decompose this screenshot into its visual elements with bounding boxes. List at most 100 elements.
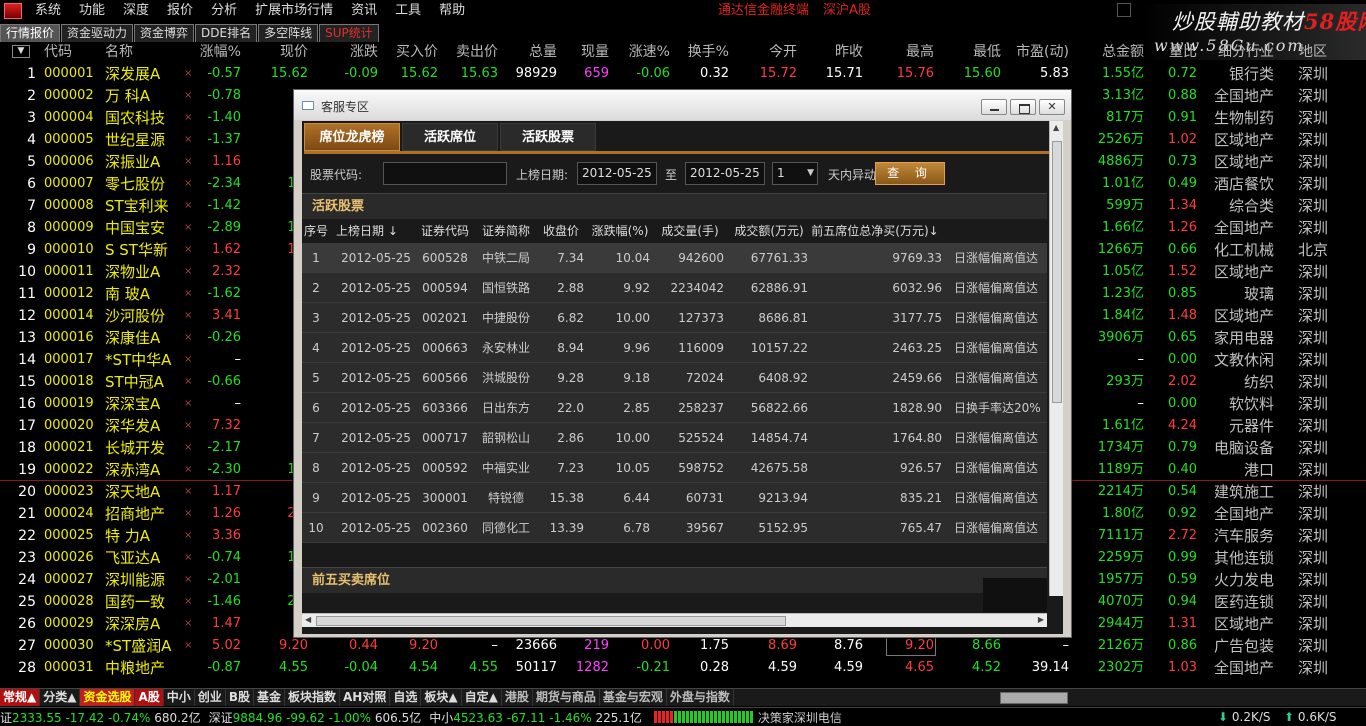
- vscroll-thumb[interactable]: [1052, 141, 1062, 403]
- column-header-prev[interactable]: 昨收: [805, 42, 863, 62]
- dialog-titlebar[interactable]: 客服专区 ✕: [294, 90, 1071, 120]
- category-tab[interactable]: 板块指数: [285, 689, 340, 706]
- category-tab[interactable]: 外盘与指数: [667, 689, 734, 706]
- column-header-low[interactable]: 最低: [950, 42, 1001, 62]
- market-a-share-link[interactable]: 深沪A股: [823, 0, 871, 22]
- table-header-cell[interactable]: 证券简称: [476, 220, 536, 243]
- menu-news[interactable]: 资讯: [342, 0, 386, 22]
- table-header-cell[interactable]: 上榜日期 ↓: [336, 220, 416, 243]
- table-row[interactable]: 7 2012-05-25 000717 韶钢松山 2.86 10.00 525524 1485…: [302, 423, 1047, 453]
- category-tab[interactable]: 创业: [195, 689, 226, 706]
- column-header-chg[interactable]: 涨跌: [322, 42, 378, 62]
- tab-active-seats[interactable]: 活跃席位: [402, 123, 498, 151]
- tab-active-stocks[interactable]: 活跃股票: [500, 123, 596, 151]
- table-header-cell[interactable]: 证券代码: [416, 220, 474, 243]
- sme-index-status[interactable]: 中小4523.63 -67.11 -1.46% 225.1亿: [429, 709, 642, 726]
- category-scrollbar[interactable]: [1000, 692, 1068, 704]
- menu-help[interactable]: 帮助: [430, 0, 474, 22]
- category-tab[interactable]: AH对照: [340, 689, 391, 706]
- table-row[interactable]: 2 2012-05-25 000594 国恒铁路 2.88 9.92 2234042 6288…: [302, 273, 1047, 303]
- category-tab[interactable]: A股: [135, 689, 164, 706]
- column-header-turnover[interactable]: 换手%: [680, 42, 729, 62]
- table-row[interactable]: 3 2012-05-25 002021 中捷股份 6.82 10.00 127373 8686…: [302, 303, 1047, 333]
- dialog-vertical-scrollbar[interactable]: ▲: [1049, 121, 1063, 596]
- sz-index-status[interactable]: 深证9884.96 -99.62 -1.00% 606.5亿: [209, 709, 422, 726]
- category-tab[interactable]: 港股: [502, 689, 533, 706]
- table-row[interactable]: 8 2012-05-25 000592 中福实业 7.23 10.05 598752 4267…: [302, 453, 1047, 483]
- category-tab[interactable]: B股: [226, 689, 254, 706]
- category-tab[interactable]: 自定▲: [462, 689, 502, 706]
- minimize-icon[interactable]: [1117, 3, 1131, 17]
- tab-quotes[interactable]: 行情报价: [0, 24, 61, 42]
- hscroll-thumb[interactable]: [316, 616, 786, 626]
- table-row[interactable]: 4 2012-05-25 000663 永安林业 8.94 9.96 116009 10157…: [302, 333, 1047, 363]
- table-row[interactable]: 1 2012-05-25 600528 中铁二局 7.34 10.04 942600 6776…: [302, 243, 1047, 273]
- column-header-region[interactable]: 地区: [1290, 42, 1336, 62]
- query-button[interactable]: 查 询: [875, 162, 945, 185]
- category-tab[interactable]: 期货与商品: [533, 689, 600, 706]
- tab-capital-game[interactable]: 资金博弈: [134, 24, 195, 42]
- column-header-pe[interactable]: 市盈(动): [1010, 42, 1069, 62]
- column-header-amount[interactable]: 总金额: [1080, 42, 1144, 62]
- to-date-input[interactable]: 2012-05-25: [685, 162, 765, 185]
- category-tab[interactable]: 资金选股: [80, 689, 136, 706]
- tab-dde-rank[interactable]: DDE排名: [195, 24, 258, 42]
- scroll-right-icon[interactable]: ▶: [1038, 615, 1044, 624]
- category-tab[interactable]: 基金与宏观: [600, 689, 667, 706]
- column-header-open[interactable]: 今开: [740, 42, 797, 62]
- column-header-price[interactable]: 现价: [252, 42, 308, 62]
- dialog-minimize-button[interactable]: [981, 99, 1007, 115]
- table-header-cell[interactable]: 涨跌幅(%): [590, 220, 650, 243]
- menu-quote[interactable]: 报价: [158, 0, 202, 22]
- column-header-name[interactable]: 名称: [105, 42, 173, 62]
- tab-seat-ranking[interactable]: 席位龙虎榜: [304, 123, 400, 151]
- menu-extended-market[interactable]: 扩展市场行情: [246, 0, 342, 22]
- column-header-industry[interactable]: 细分行业: [1200, 42, 1274, 62]
- category-tab[interactable]: 自选: [390, 689, 422, 706]
- column-header-code[interactable]: 代码: [44, 42, 94, 62]
- menu-function[interactable]: 功能: [70, 0, 114, 22]
- tab-sup-stats[interactable]: SUP统计: [319, 24, 379, 42]
- table-row[interactable]: 5 2012-05-25 600566 洪城股份 9.28 9.18 72024 6408.9…: [302, 363, 1047, 393]
- menu-depth[interactable]: 深度: [114, 0, 158, 22]
- column-header-pct[interactable]: 涨幅%: [193, 42, 241, 62]
- category-tab[interactable]: 基金: [254, 689, 285, 706]
- table-header-cell[interactable]: 成交额(万元): [730, 220, 808, 243]
- days-select[interactable]: 1 ▼: [772, 162, 818, 185]
- menu-analysis[interactable]: 分析: [202, 0, 246, 22]
- category-tab[interactable]: 分类▲: [40, 689, 81, 706]
- tab-capital-drive[interactable]: 资金驱动力: [61, 24, 134, 42]
- tab-bull-bear[interactable]: 多空阵线: [258, 24, 319, 42]
- column-header-speed[interactable]: 涨速%: [620, 42, 670, 62]
- from-date-input[interactable]: 2012-05-25: [577, 162, 657, 185]
- category-tab[interactable]: 板块▲: [421, 689, 462, 706]
- table-header-cell[interactable]: 序号: [302, 220, 330, 243]
- dialog-horizontal-scrollbar[interactable]: ◀ ▶: [302, 613, 1047, 627]
- column-header-vr[interactable]: 量比: [1150, 42, 1197, 62]
- category-tab[interactable]: 常规▲: [0, 689, 41, 706]
- table-row[interactable]: 9 2012-05-25 300001 特锐德 15.38 6.44 60731 9213.9…: [302, 483, 1047, 513]
- sh-index-status[interactable]: 证2333.55 -17.42 -0.74% 680.2亿: [0, 709, 201, 726]
- scroll-up-icon[interactable]: ▲: [1053, 123, 1059, 132]
- table-header-cell[interactable]: 收盘价: [538, 220, 584, 243]
- table-cell: 000592: [422, 461, 468, 475]
- menu-system[interactable]: 系统: [26, 0, 70, 22]
- table-header-cell[interactable]: 成交量(手): [656, 220, 724, 243]
- dialog-close-button[interactable]: ✕: [1039, 99, 1065, 115]
- server-name[interactable]: 决策家深圳电信: [758, 709, 842, 726]
- scroll-left-icon[interactable]: ◀: [305, 615, 311, 624]
- column-header-high[interactable]: 最高: [885, 42, 934, 62]
- menu-tools[interactable]: 工具: [386, 0, 430, 22]
- column-header-cur[interactable]: 现量: [568, 42, 609, 62]
- table-row[interactable]: 10 2012-05-25 002360 同德化工 13.39 6.78 39567 5152…: [302, 513, 1047, 543]
- column-header-vol[interactable]: 总量: [507, 42, 557, 62]
- dialog-maximize-button[interactable]: [1010, 99, 1036, 115]
- terminal-name-link[interactable]: 通达信金融终端: [718, 0, 809, 22]
- table-header-cell[interactable]: 前五席位总净买(万元)↓: [808, 220, 942, 243]
- category-tab[interactable]: 中小: [164, 689, 195, 706]
- stock-code-input[interactable]: [383, 162, 507, 185]
- table-row[interactable]: 6 2012-05-25 603366 日出东方 22.0 2.85 258237 56822…: [302, 393, 1047, 423]
- column-header-ask[interactable]: 卖出价: [446, 42, 498, 62]
- column-menu-icon[interactable]: ▼: [12, 45, 30, 58]
- column-header-bid[interactable]: 买入价: [388, 42, 438, 62]
